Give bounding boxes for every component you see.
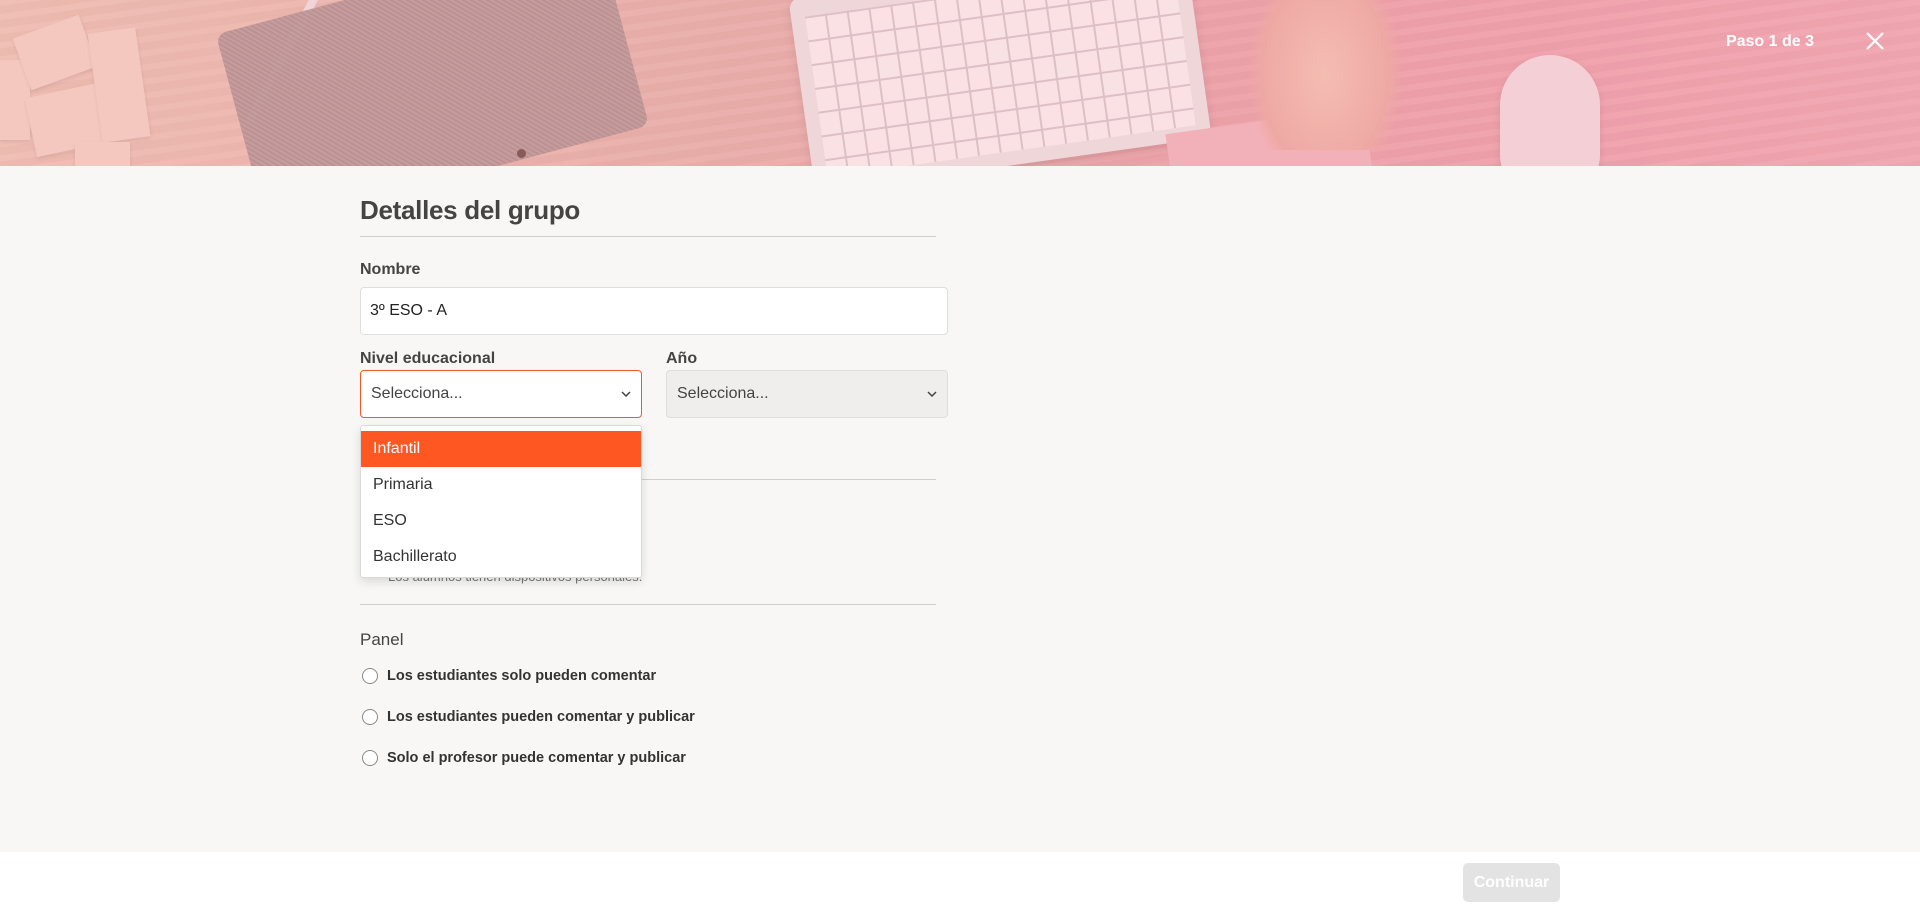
name-input[interactable]: 3º ESO - A xyxy=(360,287,948,335)
dropdown-option-primaria[interactable]: Primaria xyxy=(361,467,641,503)
close-button[interactable] xyxy=(1864,30,1886,52)
year-value: Selecciona... xyxy=(677,385,769,402)
panel-option-label: Los estudiantes solo pueden comentar xyxy=(387,668,657,684)
dropdown-option-infantil[interactable]: Infantil xyxy=(361,431,641,467)
year-label: Año xyxy=(666,350,698,367)
footer-bar: Continuar xyxy=(0,852,1920,911)
title-divider xyxy=(360,236,936,237)
panel-option-teacher-only[interactable]: Solo el profesor puede comentar y public… xyxy=(360,750,686,766)
group-details-form: Detalles del grupo Nombre 3º ESO - A Niv… xyxy=(360,195,948,766)
banner-overlay xyxy=(0,0,1920,166)
panel-option-comment-publish[interactable]: Los estudiantes pueden comentar y public… xyxy=(360,709,695,725)
panel-option-label: Solo el profesor puede comentar y public… xyxy=(387,750,686,766)
close-icon xyxy=(1866,32,1884,50)
page-title: Detalles del grupo xyxy=(360,195,580,225)
panel-title: Panel xyxy=(360,630,404,649)
radio-button[interactable] xyxy=(362,709,378,725)
name-label: Nombre xyxy=(360,261,421,278)
dropdown-option-bachillerato[interactable]: Bachillerato xyxy=(361,539,641,575)
radio-button[interactable] xyxy=(362,750,378,766)
header-banner: Paso 1 de 3 xyxy=(0,0,1920,166)
chevron-down-icon xyxy=(927,391,937,397)
chevron-down-icon xyxy=(621,391,631,397)
panel-option-comment-only[interactable]: Los estudiantes solo pueden comentar xyxy=(360,668,656,684)
step-indicator: Paso 1 de 3 xyxy=(1725,33,1814,50)
continue-button[interactable]: Continuar xyxy=(1463,863,1560,902)
panel-option-label: Los estudiantes pueden comentar y public… xyxy=(387,709,695,725)
dropdown-option-eso[interactable]: ESO xyxy=(361,503,641,539)
education-level-label: Nivel educacional xyxy=(360,350,496,367)
education-level-value: Selecciona... xyxy=(371,385,463,402)
education-level-dropdown: Infantil Primaria ESO Bachillerato xyxy=(360,425,642,578)
section-divider xyxy=(360,604,936,605)
education-level-select[interactable]: Selecciona... xyxy=(360,370,642,418)
year-select[interactable]: Selecciona... xyxy=(666,370,948,418)
radio-button[interactable] xyxy=(362,668,378,684)
name-input-value: 3º ESO - A xyxy=(370,302,447,319)
